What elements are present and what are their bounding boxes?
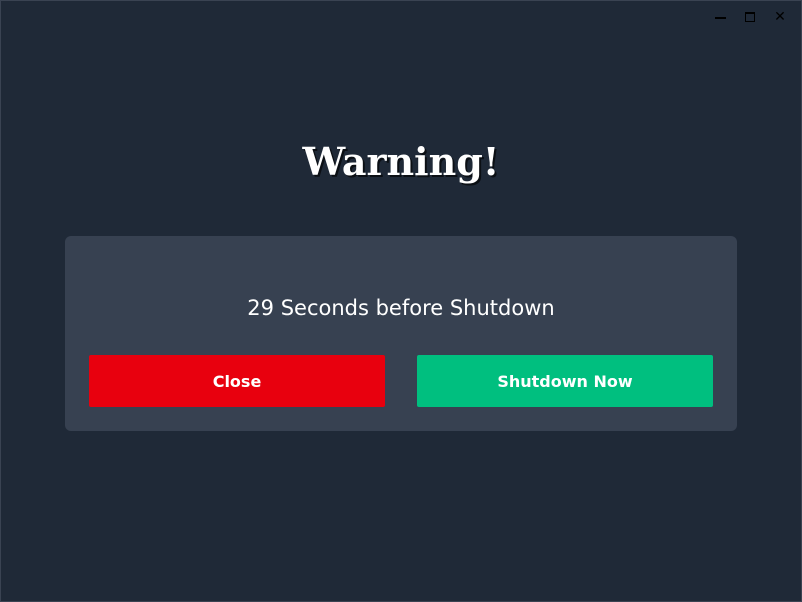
minimize-button[interactable] (705, 7, 735, 27)
close-icon: ✕ (774, 9, 786, 25)
shutdown-panel: 29 Seconds before Shutdown Close Shutdow… (65, 236, 737, 431)
window-controls: ✕ (705, 7, 795, 27)
close-button[interactable]: Close (89, 355, 385, 407)
window-close-button[interactable]: ✕ (765, 7, 795, 27)
app-window: ✕ Warning! 29 Seconds before Shutdown Cl… (0, 0, 802, 602)
countdown-message: 29 Seconds before Shutdown (247, 296, 555, 320)
maximize-icon (745, 12, 755, 22)
warning-title: Warning! (302, 139, 500, 184)
maximize-button[interactable] (735, 7, 765, 27)
shutdown-now-button[interactable]: Shutdown Now (417, 355, 713, 407)
minimize-icon (714, 16, 726, 19)
